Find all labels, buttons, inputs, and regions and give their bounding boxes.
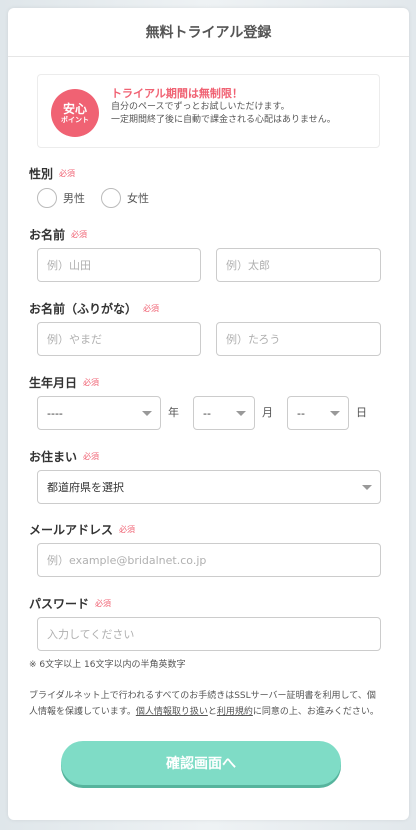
gender-female-radio[interactable]: 女性	[101, 188, 149, 208]
birth-month-select[interactable]: --	[193, 396, 255, 430]
address-label-text: お住まい	[29, 450, 78, 464]
last-name-kana-input[interactable]: 例）やまだ	[37, 322, 201, 356]
first-name-kana-input[interactable]: 例）たろう	[216, 322, 381, 356]
chevron-down-icon	[362, 485, 372, 490]
confirm-button[interactable]: 確認画面へ	[61, 741, 341, 785]
notice-line-1: 自分のペースでずっとお試しいただけます。	[111, 102, 290, 112]
year-unit: 年	[168, 406, 179, 419]
required-mark: 必須	[71, 230, 88, 239]
birth-label-text: 生年月日	[29, 376, 78, 390]
terms-link[interactable]: 利用規約	[217, 707, 253, 717]
notice-line-2: 一定期間終了後に自動で課金される心配はありません。	[111, 115, 336, 125]
privacy-text-3: に同意の上、お進みください。	[252, 707, 379, 717]
privacy-policy-link[interactable]: 個人情報取り扱い	[136, 707, 208, 717]
name-label-text: お名前	[29, 228, 66, 242]
email-input[interactable]: 例）example@bridalnet.co.jp	[37, 543, 381, 577]
address-label: お住まい 必須	[29, 448, 99, 465]
gender-label: 性別 必須	[29, 165, 75, 182]
badge-sub-text: ポイント	[61, 115, 89, 124]
chevron-down-icon	[236, 411, 246, 416]
gender-male-label: 男性	[63, 192, 85, 205]
privacy-text-2: と	[207, 707, 217, 717]
birth-day-value: --	[297, 406, 305, 420]
badge-main-text: 安心	[62, 101, 87, 116]
gender-label-text: 性別	[29, 167, 54, 181]
email-label-text: メールアドレス	[29, 523, 114, 537]
notice-title: トライアル期間は無制限！	[111, 87, 243, 100]
password-input[interactable]: 入力してください	[37, 617, 381, 651]
birth-day-select[interactable]: --	[287, 396, 349, 430]
first-name-input[interactable]: 例）太郎	[216, 248, 381, 282]
birth-label: 生年月日 必須	[29, 374, 99, 391]
required-mark: 必須	[143, 304, 160, 313]
month-unit: 月	[262, 406, 273, 419]
password-label: パスワード 必須	[29, 595, 111, 612]
kana-label: お名前（ふりがな） 必須	[29, 300, 159, 317]
birth-month-value: --	[203, 406, 211, 420]
last-name-input[interactable]: 例）山田	[37, 248, 201, 282]
required-mark: 必須	[83, 378, 100, 387]
required-mark: 必須	[95, 599, 112, 608]
required-mark: 必須	[119, 525, 136, 534]
safety-badge: 安心 ポイント	[51, 89, 99, 137]
required-mark: 必須	[83, 452, 100, 461]
required-mark: 必須	[59, 169, 76, 178]
chevron-down-icon	[330, 411, 340, 416]
birth-year-select[interactable]: ----	[37, 396, 161, 430]
gender-female-label: 女性	[127, 192, 149, 205]
name-label: お名前 必須	[29, 226, 87, 243]
password-label-text: パスワード	[29, 597, 90, 611]
day-unit: 日	[356, 406, 367, 419]
gender-male-radio[interactable]: 男性	[37, 188, 85, 208]
prefecture-select[interactable]: 都道府県を選択	[37, 470, 381, 504]
radio-circle-icon[interactable]	[37, 188, 57, 208]
trial-notice: 安心 ポイント トライアル期間は無制限！ 自分のペースでずっとお試しいただけます…	[37, 74, 380, 148]
privacy-notice: ブライダルネット上で行われるすべてのお手続きはSSLサーバー証明書を利用して、個…	[29, 688, 379, 720]
birth-year-value: ----	[47, 406, 63, 420]
chevron-down-icon	[142, 411, 152, 416]
prefecture-value: 都道府県を選択	[47, 481, 124, 494]
page-title: 無料トライアル登録	[8, 8, 409, 57]
radio-circle-icon[interactable]	[101, 188, 121, 208]
email-label: メールアドレス 必須	[29, 521, 135, 538]
password-hint: ※ 6文字以上 16文字以内の半角英数字	[29, 660, 186, 670]
kana-label-text: お名前（ふりがな）	[29, 302, 138, 316]
